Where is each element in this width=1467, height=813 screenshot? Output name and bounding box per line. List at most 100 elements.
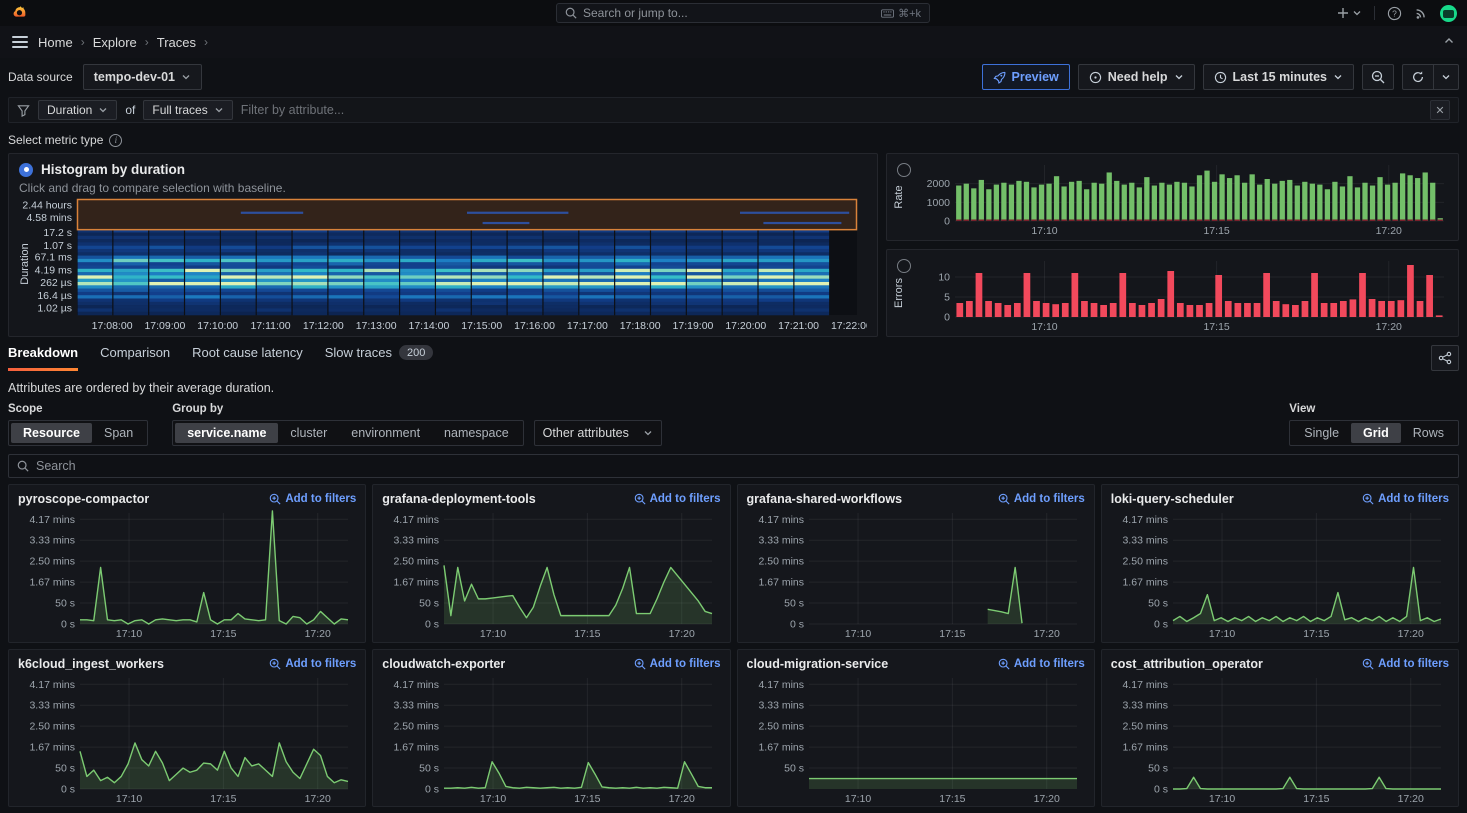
scope-option-span[interactable]: Span [92,423,145,443]
view-option-single[interactable]: Single [1292,423,1351,443]
rate-chart[interactable]: Rate 17:1017:1517:20010002000 [913,156,1452,238]
service-panel-cloud-migration-service[interactable]: cloud-migration-serviceAdd to filters17:… [737,649,1095,808]
time-range-picker[interactable]: Last 15 minutes [1203,64,1354,90]
add-to-filters-button[interactable]: Add to filters [998,658,1085,670]
breadcrumb-item-traces[interactable]: Traces [157,35,196,50]
service-panel-pyroscope-compactor[interactable]: pyroscope-compactor Add to filters17:1017… [8,484,366,643]
service-panel-grafana-shared-workflows[interactable]: grafana-shared-workflowsAdd to filters17… [737,484,1095,643]
duration-filter-dropdown[interactable]: Duration [38,100,117,120]
svg-text:17:10:00: 17:10:00 [197,320,238,332]
svg-text:17:19:00: 17:19:00 [673,320,714,332]
groupby-option-cluster[interactable]: cluster [278,423,339,443]
svg-text:17:10: 17:10 [116,793,142,805]
view-segmented-control: SingleGridRows [1289,420,1459,446]
tab-comparison[interactable]: Comparison [100,345,170,371]
add-to-filters-button[interactable]: Add to filters [998,493,1085,505]
add-to-filters-button[interactable]: Add to filters [634,493,721,505]
chevron-down-icon [1174,72,1184,82]
add-to-filters-button[interactable]: Add to filters [1362,493,1449,505]
need-help-button[interactable]: Need help [1078,64,1195,90]
groupby-option-namespace[interactable]: namespace [432,423,521,443]
service-panel-header: grafana-deployment-tools Add to filters [382,492,720,506]
service-panel-loki-query-scheduler[interactable]: loki-query-schedulerAdd to filters17:101… [1101,484,1459,643]
service-duration-chart[interactable]: 17:1017:1517:200 s50 s1.67 mins2.50 mins… [747,506,1085,640]
service-duration-chart[interactable]: 17:1017:1517:200 s50 s1.67 mins2.50 mins… [18,671,356,805]
chart-canvas: 17:1017:1517:2050 s1.67 mins2.50 mins3.3… [747,671,1085,805]
chart-canvas: 2.44 hours4.58 mins17.2 s1.07 s67.1 ms4.… [19,195,867,332]
other-attributes-select[interactable]: Other attributes [534,420,662,446]
svg-text:17:20: 17:20 [1376,321,1402,333]
user-avatar[interactable] [1440,5,1457,22]
service-duration-chart[interactable]: 17:1017:1517:200 s50 s1.67 mins2.50 mins… [1111,671,1449,805]
breakdown-search-input[interactable] [36,459,1450,473]
info-icon[interactable]: i [109,134,122,147]
clear-filters-button[interactable]: ✕ [1430,100,1450,120]
add-to-filters-button[interactable]: Add to filters [269,658,356,670]
share-button[interactable] [1431,345,1459,371]
tab-label: Comparison [100,345,170,360]
breadcrumb-item-home[interactable]: Home [38,35,73,50]
search-plus-icon [269,493,281,505]
global-search-input[interactable] [583,6,875,20]
chevron-down-icon [1352,8,1362,18]
svg-text:17:20: 17:20 [1397,793,1423,805]
rate-panel[interactable]: Rate 17:1017:1517:20010002000 [886,153,1459,241]
errors-chart[interactable]: Errors 17:1017:1517:200510 [913,252,1452,334]
datasource-picker[interactable]: tempo-dev-01 [83,64,202,90]
help-button[interactable]: ? [1387,6,1402,21]
service-panel-k6cloud_ingest_workers[interactable]: k6cloud_ingest_workersAdd to filters17:1… [8,649,366,808]
add-to-filters-button[interactable]: Add to filters [269,493,356,505]
service-duration-chart[interactable]: 17:1017:1517:2050 s1.67 mins2.50 mins3.3… [747,671,1085,805]
histogram-panel[interactable]: Histogram by duration Click and drag to … [8,153,878,337]
duration-heatmap-chart[interactable]: Duration 2.44 hours4.58 mins17.2 s1.07 s… [19,195,867,332]
view-option-grid[interactable]: Grid [1351,423,1401,443]
svg-text:4.17 mins: 4.17 mins [394,678,440,690]
scope-option-resource[interactable]: Resource [11,423,92,443]
zoom-out-button[interactable] [1362,64,1394,90]
of-label: of [125,103,135,117]
heatmap-selection-band[interactable] [78,200,857,230]
histogram-radio[interactable] [19,163,33,177]
collapse-header-button[interactable] [1443,35,1455,50]
add-to-filters-button[interactable]: Add to filters [634,658,721,670]
traces-type-dropdown[interactable]: Full traces [143,100,232,120]
menu-toggle-button[interactable] [12,36,28,48]
add-to-filters-label: Add to filters [285,658,356,670]
tab-slow-traces[interactable]: Slow traces200 [325,345,434,371]
groupby-option-service-name[interactable]: service.name [175,423,278,443]
preview-button[interactable]: Preview [982,64,1070,90]
refresh-button[interactable] [1402,64,1434,90]
svg-text:4.19 ms: 4.19 ms [35,264,72,276]
grafana-logo-icon[interactable] [10,4,28,22]
funnel-icon [17,104,30,117]
svg-text:17:15: 17:15 [574,793,600,805]
service-duration-chart[interactable]: 17:1017:1517:200 s50 s1.67 mins2.50 mins… [382,671,720,805]
groupby-option-environment[interactable]: environment [339,423,432,443]
news-button[interactable] [1414,6,1428,20]
breadcrumb-item-explore[interactable]: Explore [93,35,137,50]
service-panel-cloudwatch-exporter[interactable]: cloudwatch-exporterAdd to filters17:1017… [372,649,730,808]
refresh-interval-button[interactable] [1434,64,1459,90]
service-title: grafana-deployment-tools [382,492,536,506]
svg-text:17:22:00: 17:22:00 [831,320,867,332]
view-option-rows[interactable]: Rows [1401,423,1456,443]
add-to-filters-button[interactable]: Add to filters [1362,658,1449,670]
service-panel-grafana-deployment-tools[interactable]: grafana-deployment-tools Add to filters17… [372,484,730,643]
tab-root-cause-latency[interactable]: Root cause latency [192,345,303,371]
filter-attribute-input[interactable]: Filter by attribute... [241,103,345,117]
service-duration-chart[interactable]: 17:1017:1517:200 s50 s1.67 mins2.50 mins… [18,506,356,640]
search-plus-icon [998,658,1010,670]
chart-canvas: 17:1017:1517:200510 [913,252,1452,334]
service-duration-chart[interactable]: 17:1017:1517:200 s50 s1.67 mins2.50 mins… [1111,506,1449,640]
rate-radio[interactable] [897,163,911,177]
search-plus-icon [1362,493,1374,505]
new-menu-button[interactable] [1337,7,1362,19]
tab-breakdown[interactable]: Breakdown [8,345,78,371]
service-title: pyroscope-compactor [18,492,149,506]
global-search[interactable]: ⌘+k [556,3,930,23]
service-duration-chart[interactable]: 17:1017:1517:200 s50 s1.67 mins2.50 mins… [382,506,720,640]
errors-panel[interactable]: Errors 17:1017:1517:200510 [886,249,1459,337]
breakdown-search[interactable] [8,454,1459,478]
errors-radio[interactable] [897,259,911,273]
service-panel-cost_attribution_operator[interactable]: cost_attribution_operatorAdd to filters1… [1101,649,1459,808]
